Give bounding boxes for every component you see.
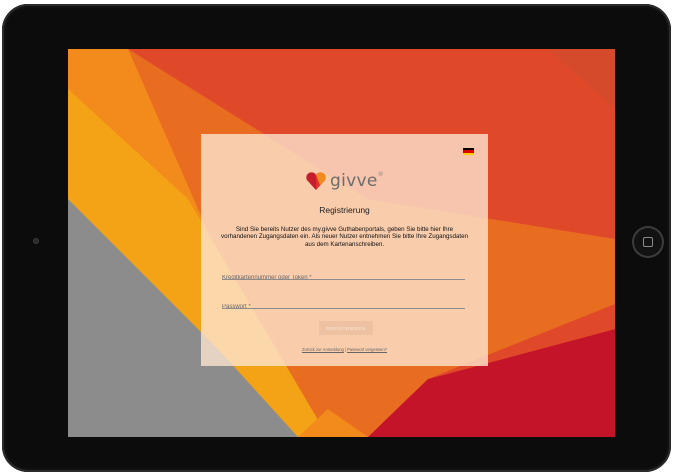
home-square-icon [643,237,653,247]
front-camera-icon [33,238,39,244]
forgot-password-link[interactable]: Passwort vergessen? [347,347,387,352]
givve-logo: givve® [201,170,488,192]
german-flag-icon[interactable] [463,148,474,155]
intro-text: Sind Sie bereits Nutzer des my.givve Gut… [221,226,468,248]
token-field[interactable] [222,266,465,285]
password-input[interactable] [222,300,465,314]
page-title: Registrierung [319,205,370,215]
footer-links: Zurück zur Anmeldung|Passwort vergessen? [201,347,488,352]
registration-card: givve® Registrierung Sind Sie bereits Nu… [201,134,488,366]
tablet-screen: givve® Registrierung Sind Sie bereits Nu… [68,49,615,437]
givve-heart-logo-icon [306,172,326,190]
home-button[interactable] [632,226,664,258]
register-button[interactable]: REGISTRIEREN [319,321,373,335]
logo-wordmark: givve® [330,171,384,191]
back-to-login-link[interactable]: Zurück zur Anmeldung [302,347,344,352]
logo-wordmark-text: givve [330,171,378,191]
password-field[interactable] [222,295,465,314]
token-input[interactable] [222,271,465,285]
logo-trademark: ® [377,171,384,178]
tablet-frame: givve® Registrierung Sind Sie bereits Nu… [2,4,671,472]
